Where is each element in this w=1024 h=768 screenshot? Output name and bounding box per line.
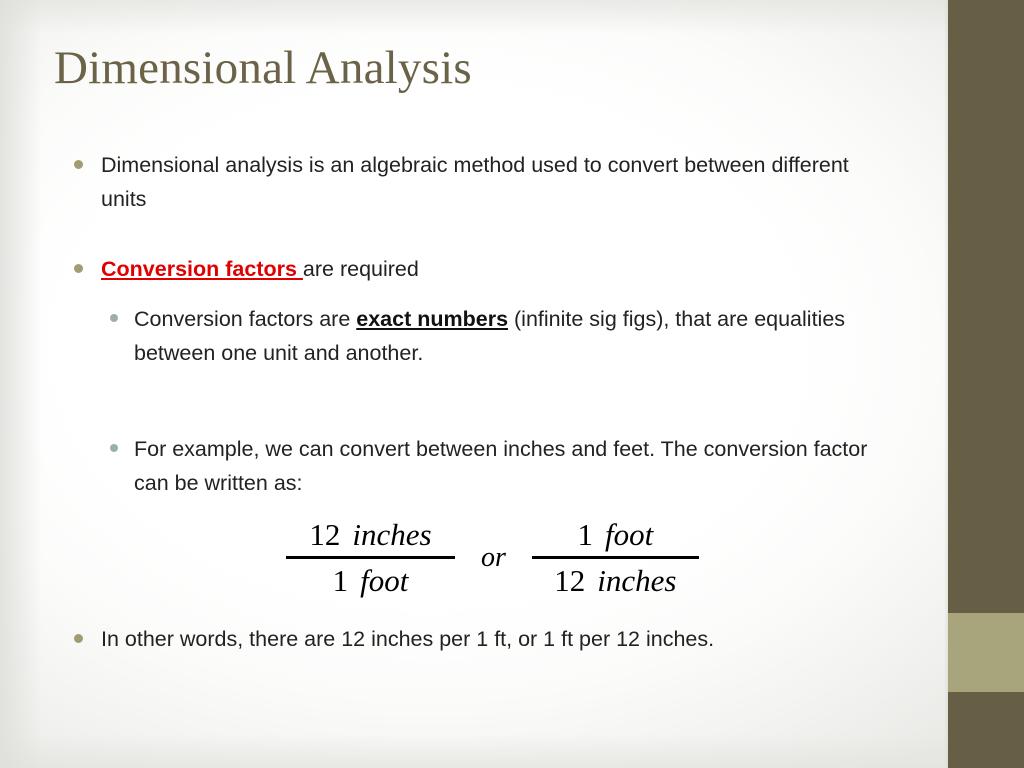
numerator-unit: foot bbox=[605, 517, 654, 552]
sub-bullet-example: For example, we can convert between inch… bbox=[0, 432, 930, 500]
conversion-factors-rest: are required bbox=[302, 257, 419, 281]
bullet-dot-icon bbox=[74, 264, 83, 273]
sub-bullet-exact-numbers-before: Conversion factors are bbox=[134, 307, 357, 331]
exact-numbers-emphasis: exact numbers bbox=[356, 307, 509, 331]
decorative-sidebar-accent bbox=[948, 613, 1024, 692]
denominator-number: 12 bbox=[554, 563, 586, 598]
decorative-sidebar-top bbox=[948, 0, 1024, 613]
sub-bullet-example-text: For example, we can convert between inch… bbox=[134, 437, 868, 495]
decorative-sidebar-gutter bbox=[944, 0, 948, 768]
decorative-sidebar-bottom bbox=[948, 692, 1024, 768]
sub-bullet-dot-icon bbox=[110, 314, 118, 322]
denominator-number: 1 bbox=[332, 563, 349, 598]
numerator-unit: inches bbox=[352, 517, 432, 552]
conversion-factor-equation: 12 inches 1 foot or 1 foot 12 inches bbox=[0, 513, 930, 603]
fraction-foot-over-inches: 1 foot 12 inches bbox=[531, 517, 699, 599]
numerator-number: 1 bbox=[577, 517, 594, 552]
numerator-number: 12 bbox=[309, 517, 341, 552]
bullet-item-intro-text: Dimensional analysis is an algebraic met… bbox=[101, 153, 849, 211]
slide-body-footer: In other words, there are 12 inches per … bbox=[0, 622, 930, 656]
page-title: Dimensional Analysis bbox=[54, 42, 472, 94]
sub-bullet-dot-icon bbox=[110, 444, 118, 452]
fraction-bar bbox=[531, 556, 699, 559]
denominator-unit: inches bbox=[597, 563, 677, 598]
slide-body: Dimensional analysis is an algebraic met… bbox=[0, 148, 930, 500]
bullet-item-intro: Dimensional analysis is an algebraic met… bbox=[0, 148, 930, 216]
fraction-denominator: 12 inches bbox=[548, 563, 682, 599]
slide-canvas: Dimensional Analysis Dimensional analysi… bbox=[0, 0, 1024, 768]
conversion-factors-emphasis: Conversion factors bbox=[101, 257, 303, 281]
bullet-item-summary: In other words, there are 12 inches per … bbox=[0, 622, 930, 656]
bullet-dot-icon bbox=[74, 160, 83, 169]
fraction-denominator: 1 foot bbox=[327, 563, 415, 599]
fraction-numerator: 12 inches bbox=[303, 517, 437, 553]
sub-bullet-exact-numbers: Conversion factors are exact numbers (in… bbox=[0, 302, 930, 370]
fraction-inches-over-foot: 12 inches 1 foot bbox=[286, 517, 455, 599]
denominator-unit: foot bbox=[360, 563, 409, 598]
bullet-dot-icon bbox=[74, 634, 83, 643]
fraction-bar bbox=[286, 556, 455, 559]
bullet-item-summary-text: In other words, there are 12 inches per … bbox=[101, 627, 715, 651]
fraction-numerator: 1 foot bbox=[572, 517, 660, 553]
bullet-item-conversion-factors: Conversion factors are required bbox=[0, 252, 930, 286]
equation-connector-or: or bbox=[481, 542, 506, 573]
equation-inner: 12 inches 1 foot or 1 foot 12 inches bbox=[286, 513, 699, 603]
